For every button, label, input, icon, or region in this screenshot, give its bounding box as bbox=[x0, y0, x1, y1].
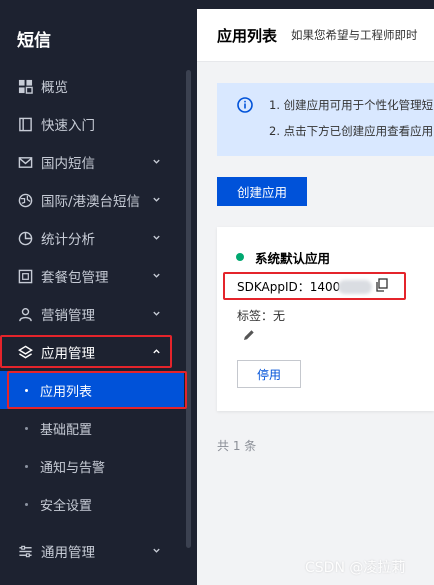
package-icon bbox=[17, 268, 33, 284]
appid-value: 1400 bbox=[309, 280, 341, 294]
sidebar-item-package-management[interactable]: 套餐包管理 bbox=[0, 257, 184, 295]
sidebar-scrollbar[interactable] bbox=[186, 70, 191, 548]
sidebar-item-label: 快速入门 bbox=[41, 118, 95, 134]
app-card[interactable]: 系统默认应用 SDKAppID：1400 标签：无 停用 bbox=[217, 227, 434, 411]
sidebar-item-overview[interactable]: 概览 bbox=[0, 67, 184, 105]
notice-line-1: 1. 创建应用可用于个性化管理短 bbox=[269, 98, 434, 112]
notice-line-2: 2. 点击下方已创建应用查看应用 bbox=[269, 124, 434, 138]
create-app-button[interactable]: 创建应用 bbox=[217, 177, 307, 206]
sidebar-item-app-management[interactable]: 应用管理 bbox=[0, 333, 184, 371]
sidebar-item-label: 通用管理 bbox=[41, 545, 95, 561]
chevron-down-icon bbox=[152, 546, 162, 556]
sidebar-title: 短信 bbox=[17, 31, 51, 51]
edit-icon[interactable] bbox=[242, 328, 256, 342]
chevron-down-icon bbox=[152, 233, 162, 243]
pie-chart-icon bbox=[17, 230, 33, 246]
sidebar-item-label: 套餐包管理 bbox=[41, 270, 109, 286]
redacted-blur bbox=[338, 280, 372, 294]
sidebar-subitem-basic-config[interactable]: 基础配置 bbox=[0, 409, 184, 447]
sidebar-item-general-management[interactable]: 通用管理 bbox=[0, 532, 184, 570]
sidebar: 短信 概览 快速入门 国内短信 国际/港澳台短信 统计分析 套餐包管理 营销管理… bbox=[0, 0, 197, 585]
bullet-dot bbox=[25, 464, 28, 468]
sidebar-item-label: 统计分析 bbox=[41, 232, 95, 248]
chevron-down-icon bbox=[152, 157, 162, 167]
app-name: 系统默认应用 bbox=[255, 251, 331, 266]
sidebar-item-label: 国内短信 bbox=[41, 156, 95, 172]
sidebar-item-domestic-sms[interactable]: 国内短信 bbox=[0, 143, 184, 181]
sliders-icon bbox=[17, 543, 33, 559]
sidebar-subitem-label: 安全设置 bbox=[40, 498, 93, 514]
bullet-dot bbox=[25, 426, 28, 430]
sidebar-item-label: 概览 bbox=[41, 80, 68, 96]
chevron-down-icon bbox=[152, 271, 162, 281]
disable-button[interactable]: 停用 bbox=[237, 360, 301, 388]
sidebar-subitem-security[interactable]: 安全设置 bbox=[0, 485, 184, 523]
watermark: CSDN @凌拉莉 bbox=[305, 560, 406, 576]
chevron-down-icon bbox=[152, 309, 162, 319]
globe-icon bbox=[17, 192, 33, 208]
book-icon bbox=[17, 116, 33, 132]
mail-icon bbox=[17, 154, 33, 170]
sidebar-item-quickstart[interactable]: 快速入门 bbox=[0, 105, 184, 143]
chevron-down-icon bbox=[152, 195, 162, 205]
status-dot bbox=[236, 253, 244, 261]
layers-icon bbox=[17, 344, 33, 360]
grid-icon bbox=[17, 78, 33, 94]
top-bar bbox=[0, 0, 434, 9]
sidebar-subitem-app-list[interactable]: 应用列表 bbox=[0, 371, 184, 409]
app-tag: 标签：无 bbox=[237, 309, 286, 323]
page-title: 应用列表 bbox=[217, 26, 278, 45]
sidebar-item-label: 营销管理 bbox=[41, 308, 95, 324]
sidebar-item-label: 应用管理 bbox=[41, 346, 95, 362]
sidebar-subitem-label: 通知与告警 bbox=[40, 460, 106, 476]
sidebar-item-statistics[interactable]: 统计分析 bbox=[0, 219, 184, 257]
sdk-appid: SDKAppID：1400 bbox=[237, 278, 340, 295]
bullet-dot bbox=[25, 388, 28, 392]
sidebar-item-international-sms[interactable]: 国际/港澳台短信 bbox=[0, 181, 184, 219]
info-icon bbox=[237, 97, 253, 113]
total-count: 共 1 条 bbox=[217, 439, 257, 453]
page-subtitle: 如果您希望与工程师即时 bbox=[291, 28, 418, 42]
sidebar-subitem-label: 基础配置 bbox=[40, 422, 93, 438]
sidebar-subitem-notifications[interactable]: 通知与告警 bbox=[0, 447, 184, 485]
appid-label: SDKAppID： bbox=[237, 280, 310, 294]
info-notice: 1. 创建应用可用于个性化管理短 2. 点击下方已创建应用查看应用 bbox=[217, 83, 434, 156]
sidebar-item-marketing[interactable]: 营销管理 bbox=[0, 295, 184, 333]
sidebar-subitem-label: 应用列表 bbox=[40, 384, 93, 400]
copy-icon[interactable] bbox=[375, 278, 389, 292]
page-header: 应用列表 如果您希望与工程师即时 bbox=[197, 9, 434, 62]
bullet-dot bbox=[25, 502, 28, 506]
user-icon bbox=[17, 306, 33, 322]
chevron-up-icon bbox=[152, 347, 162, 357]
sidebar-item-label: 国际/港澳台短信 bbox=[41, 194, 141, 210]
